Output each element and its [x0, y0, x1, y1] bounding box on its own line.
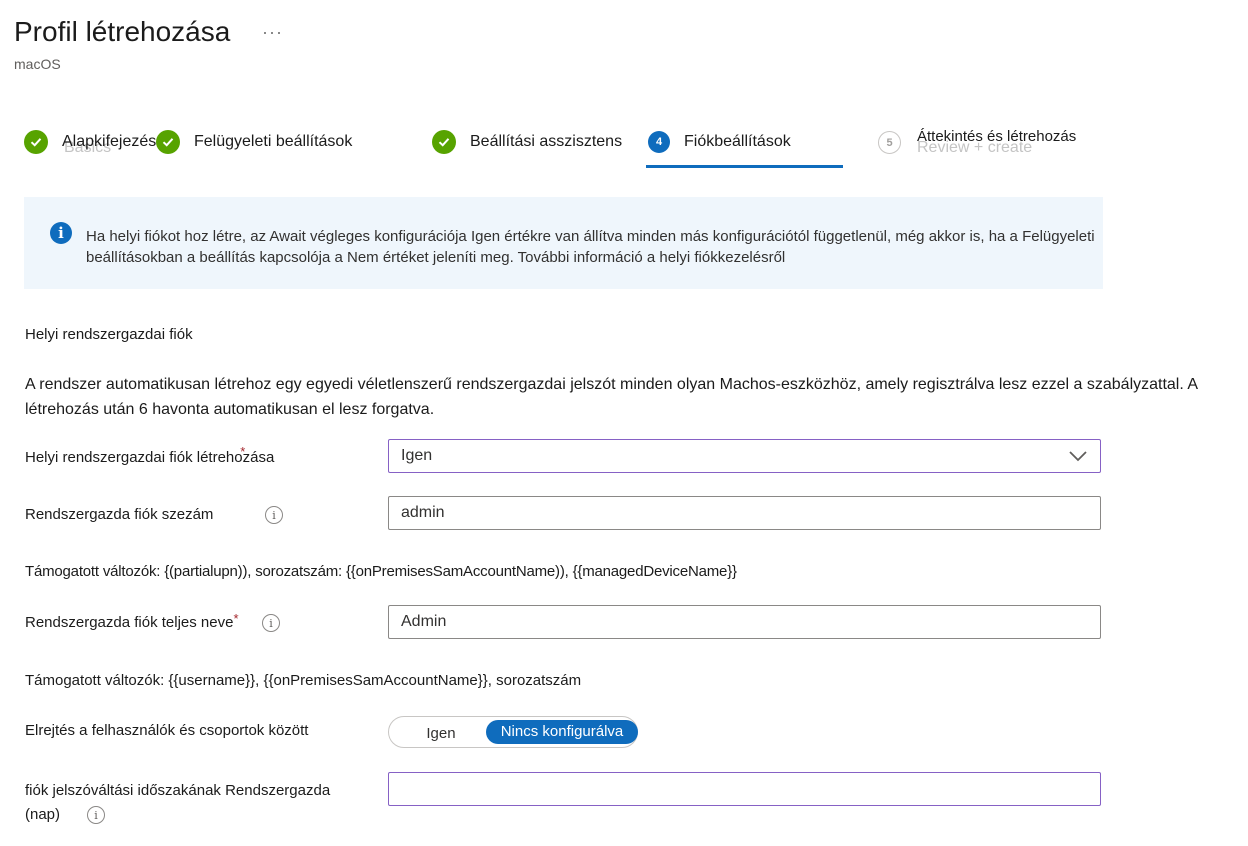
password-rotation-input[interactable] [388, 772, 1101, 806]
input-value: Admin [401, 613, 447, 630]
hide-users-toggle[interactable]: Igen Nincs konfigurálva [388, 716, 638, 748]
password-rotation-label: fiók jelszóváltási időszakának Rendszerg… [25, 782, 331, 799]
supported-variables-helper: Támogatott változók: {{username}}, {{onP… [25, 672, 582, 689]
wizard-step-review-create[interactable]: 5 Áttekintés és létrehozás [878, 128, 1077, 154]
info-icon: i [50, 222, 72, 244]
info-icon[interactable]: i [262, 614, 280, 632]
chevron-down-icon [1069, 451, 1087, 462]
create-local-admin-label: Helyi rendszergazdai fiók létrehozása* [25, 444, 275, 466]
active-step-underline [646, 165, 843, 168]
dropdown-value: Igen [401, 447, 433, 464]
required-mark: * [240, 444, 246, 459]
create-local-admin-dropdown[interactable]: Igen [388, 439, 1101, 473]
admin-full-name-label: Rendszergazda fiók teljes neve* [25, 611, 239, 631]
wizard-step-basics[interactable]: Alapkifejezések [24, 130, 173, 154]
wizard-step-label: Fiókbeállítások [684, 133, 791, 150]
required-mark: * [233, 611, 239, 626]
step-number-badge: 5 [878, 131, 901, 154]
admin-short-name-input[interactable]: admin [388, 496, 1101, 530]
section-title: Helyi rendszergazdai fiók [25, 326, 193, 343]
admin-full-name-input[interactable]: Admin [388, 605, 1101, 639]
wizard-step-management[interactable]: Felügyeleti beállítások [156, 130, 353, 154]
checkmark-icon [156, 130, 180, 154]
wizard-step-label: Felügyeleti beállítások [194, 133, 353, 150]
info-icon[interactable]: i [87, 806, 105, 824]
more-options-icon[interactable]: ··· [262, 22, 283, 43]
wizard-step-label: Áttekintés és létrehozás [917, 128, 1077, 145]
toggle-option-not-configured[interactable]: Nincs konfigurálva [486, 720, 638, 744]
toggle-option-yes[interactable]: Igen [401, 719, 481, 749]
page-subtitle: macOS [14, 56, 61, 72]
info-banner-text: Ha helyi fiókot hoz létre, az Await végl… [86, 228, 1095, 266]
hide-users-label: Elrejtés a felhasználók és csoportok köz… [25, 722, 309, 739]
checkmark-icon [24, 130, 48, 154]
wizard-step-setup-assistant[interactable]: Beállítási asszisztens [432, 130, 622, 154]
step-number-badge: 4 [648, 131, 670, 153]
wizard-step-label: Beállítási asszisztens [470, 133, 623, 150]
info-icon[interactable]: i [265, 506, 283, 524]
admin-short-name-label: Rendszergazda fiók szezám [25, 506, 214, 523]
page-title: Profil létrehozása [14, 16, 231, 47]
input-value: admin [401, 504, 445, 521]
checkmark-icon [432, 130, 456, 154]
wizard-step-account-settings[interactable]: 4 Fiókbeállítások [648, 131, 791, 153]
supported-variables-helper: Támogatott változók: {(partialupn)), sor… [25, 563, 737, 580]
password-rotation-label-suffix: (nap) [25, 806, 61, 823]
section-description: A rendszer automatikusan létrehoz egy eg… [25, 376, 1198, 418]
